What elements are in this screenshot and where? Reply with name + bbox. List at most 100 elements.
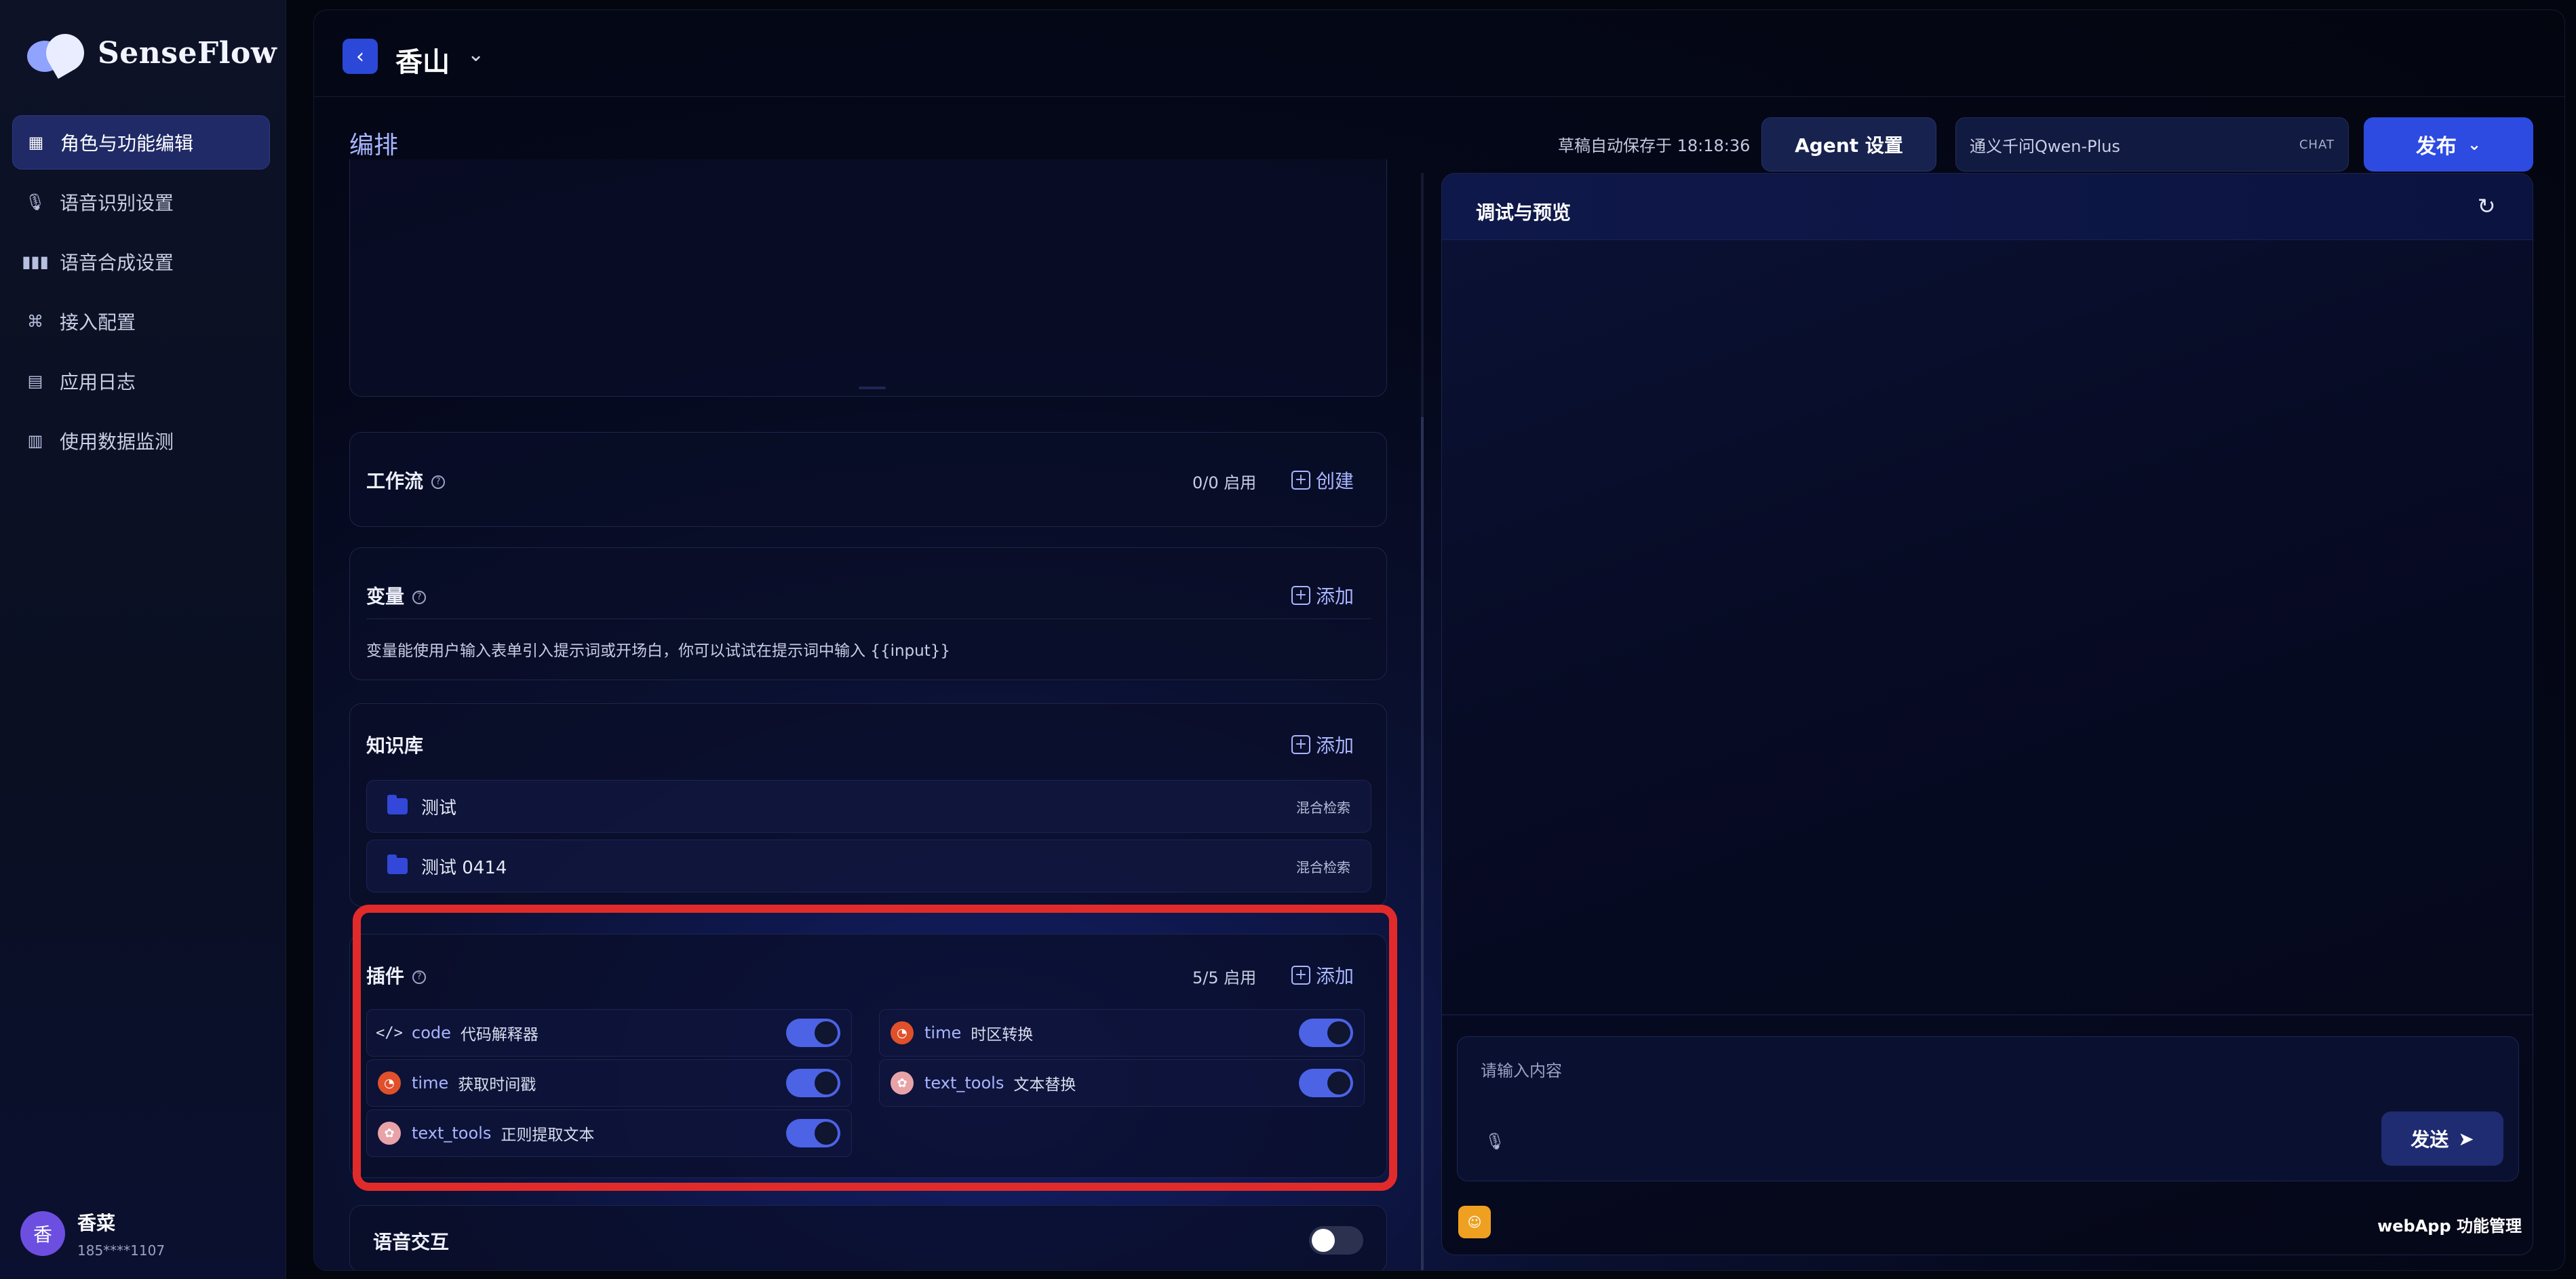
agent-settings-button[interactable]: Agent 设置 (1761, 117, 1936, 172)
user-name: 香菜 (77, 1212, 116, 1234)
plugin-name: code (412, 1023, 451, 1042)
plugin-name: time (412, 1074, 449, 1093)
sidebar-item-label: 语音识别设置 (60, 192, 174, 214)
plus-icon: + (1291, 471, 1310, 490)
back-button[interactable]: ‹ (343, 39, 378, 74)
webapp-icon[interactable]: ☺ (1458, 1206, 1491, 1238)
send-label: 发送 (2411, 1128, 2449, 1151)
voice-toggle[interactable] (1309, 1226, 1363, 1255)
plugin-toggle[interactable] (786, 1019, 840, 1047)
help-icon[interactable]: ? (431, 475, 446, 489)
retrieval-mode: 混合检索 (1296, 799, 1350, 816)
workflow-card: 工作流? 0/0 启用 + 创建 (349, 432, 1387, 527)
scrollbar[interactable] (1421, 417, 1424, 1270)
knowledge-card: 知识库 + 添加 测试 混合检索 测试 0414 混合检索 (349, 703, 1387, 907)
sidebar-item-logs[interactable]: ▤ 应用日志 (12, 354, 270, 408)
sidebar-item-label: 语音合成设置 (60, 252, 174, 274)
app-root: SenseFlow ▦ 角色与功能编辑 🎙 语音识别设置 ▮▮▮ 语音合成设置 … (0, 0, 2576, 1279)
workflow-title-text: 工作流 (366, 470, 424, 492)
folder-icon (387, 854, 408, 874)
plugin-description: 代码解释器 (460, 1026, 539, 1044)
plugin-item-text-replace[interactable]: ✿ text_tools 文本替换 (879, 1059, 1365, 1107)
sidebar-item-label: 应用日志 (60, 371, 136, 393)
chevron-down-icon[interactable]: ⌄ (467, 43, 484, 66)
main-panel: ‹ 香山 ⌄ 编排 草稿自动保存于 18:18:36 Agent 设置 通义千问… (313, 9, 2565, 1271)
plugins-title: 插件? (366, 962, 427, 989)
prompt-editor[interactable] (349, 159, 1387, 397)
add-variable-button[interactable]: + 添加 (1291, 582, 1354, 609)
clipboard-icon: ▤ (27, 372, 43, 391)
help-icon[interactable]: ? (412, 970, 427, 984)
sidebar-item-label: 角色与功能编辑 (60, 132, 194, 155)
preview-panel: 调试与预览 ↻ 请输入内容 🎙 发送 ➤ ☺ webApp 功能管理 (1441, 173, 2533, 1255)
retrieval-mode: 混合检索 (1296, 859, 1350, 875)
model-selector[interactable]: 通义千问Qwen-Plus CHAT (1955, 117, 2349, 172)
text-tools-icon: ✿ (378, 1122, 401, 1145)
plugin-description: 时区转换 (971, 1026, 1034, 1044)
help-icon[interactable]: ? (412, 591, 427, 604)
resize-handle[interactable] (859, 387, 886, 389)
knowledge-item[interactable]: 测试 混合检索 (366, 780, 1371, 833)
user-profile[interactable]: 香 香菜 185****1107 (20, 1208, 165, 1259)
create-workflow-button[interactable]: + 创建 (1291, 467, 1354, 494)
plugin-description: 获取时间戳 (458, 1076, 536, 1094)
model-type-tag: CHAT (2299, 137, 2335, 152)
avatar: 香 (20, 1211, 65, 1256)
refresh-icon[interactable]: ↻ (2474, 193, 2499, 219)
plugin-description: 文本替换 (1013, 1076, 1076, 1094)
plugin-toggle[interactable] (786, 1069, 840, 1097)
sidebar-item-monitoring[interactable]: ▥ 使用数据监测 (12, 414, 270, 468)
app-title[interactable]: 香山 (395, 40, 450, 79)
plugins-count: 5/5 启用 (1192, 968, 1257, 987)
plugin-item-regex-extract[interactable]: ✿ text_tools 正则提取文本 (366, 1109, 852, 1157)
add-label: 添加 (1316, 585, 1354, 608)
microphone-icon[interactable]: 🎙 (1485, 1132, 1505, 1151)
logo-icon (27, 26, 92, 79)
top-bar: ‹ 香山 ⌄ (314, 10, 2564, 97)
plugin-name: text_tools (924, 1074, 1004, 1093)
waveform-icon: ▮▮▮ (22, 252, 49, 271)
plugin-toggle[interactable] (1299, 1069, 1353, 1097)
plus-icon: + (1291, 586, 1310, 605)
add-label: 添加 (1316, 734, 1354, 757)
plugin-item-time-zone[interactable]: ◔ time 时区转换 (879, 1009, 1365, 1057)
plugins-card: 插件? 5/5 启用 + 添加 </> code 代码解释器 ◔ time 时区… (349, 934, 1387, 1178)
send-icon: ➤ (2458, 1127, 2474, 1150)
clock-icon: ◔ (378, 1071, 401, 1095)
variables-description: 变量能使用户输入表单引入提示词或开场白，你可以试试在提示词中输入 {{input… (366, 642, 951, 660)
text-tools-icon: ✿ (891, 1071, 914, 1095)
plugin-item-timestamp[interactable]: ◔ time 获取时间戳 (366, 1059, 852, 1107)
section-title: 编排 (349, 132, 399, 159)
add-plugin-button[interactable]: + 添加 (1291, 962, 1354, 989)
sidebar-item-role-editor[interactable]: ▦ 角色与功能编辑 (12, 115, 270, 170)
variables-card: 变量? + 添加 变量能使用户输入表单引入提示词或开场白，你可以试试在提示词中输… (349, 547, 1387, 680)
sidebar-item-asr[interactable]: 🎙 语音识别设置 (12, 175, 270, 229)
clock-icon: ◔ (891, 1021, 914, 1044)
voice-title: 语音交互 (373, 1231, 450, 1253)
chat-input-box[interactable]: 请输入内容 🎙 发送 ➤ (1457, 1036, 2519, 1181)
add-knowledge-button[interactable]: + 添加 (1291, 731, 1354, 758)
logo: SenseFlow (27, 26, 277, 79)
chevron-left-icon: ‹ (356, 44, 364, 68)
webapp-manage-link[interactable]: webApp 功能管理 (2377, 1213, 2522, 1236)
preview-title: 调试与预览 (1476, 201, 1572, 224)
sidebar-item-integration[interactable]: ⌘ 接入配置 (12, 294, 270, 349)
workflow-count: 0/0 启用 (1192, 473, 1257, 492)
chart-icon: ▥ (27, 431, 43, 450)
knowledge-title: 知识库 (366, 734, 424, 757)
knowledge-item[interactable]: 测试 0414 混合检索 (366, 840, 1371, 892)
publish-button[interactable]: 发布 ⌄ (2364, 117, 2533, 172)
sidebar: SenseFlow ▦ 角色与功能编辑 🎙 语音识别设置 ▮▮▮ 语音合成设置 … (0, 0, 286, 1279)
command-icon: ⌘ (27, 312, 43, 331)
send-button[interactable]: 发送 ➤ (2381, 1111, 2503, 1166)
plus-icon: + (1291, 735, 1310, 754)
plugin-toggle[interactable] (786, 1119, 840, 1147)
chat-input-placeholder[interactable]: 请输入内容 (1481, 1057, 1562, 1081)
publish-label: 发布 (2415, 135, 2457, 159)
variables-title: 变量? (366, 582, 427, 609)
sidebar-item-tts[interactable]: ▮▮▮ 语音合成设置 (12, 235, 270, 289)
sidebar-nav: ▦ 角色与功能编辑 🎙 语音识别设置 ▮▮▮ 语音合成设置 ⌘ 接入配置 ▤ 应… (12, 115, 270, 473)
plugin-toggle[interactable] (1299, 1019, 1353, 1047)
preview-header: 调试与预览 ↻ (1442, 174, 2533, 240)
plugin-item-code[interactable]: </> code 代码解释器 (366, 1009, 852, 1057)
